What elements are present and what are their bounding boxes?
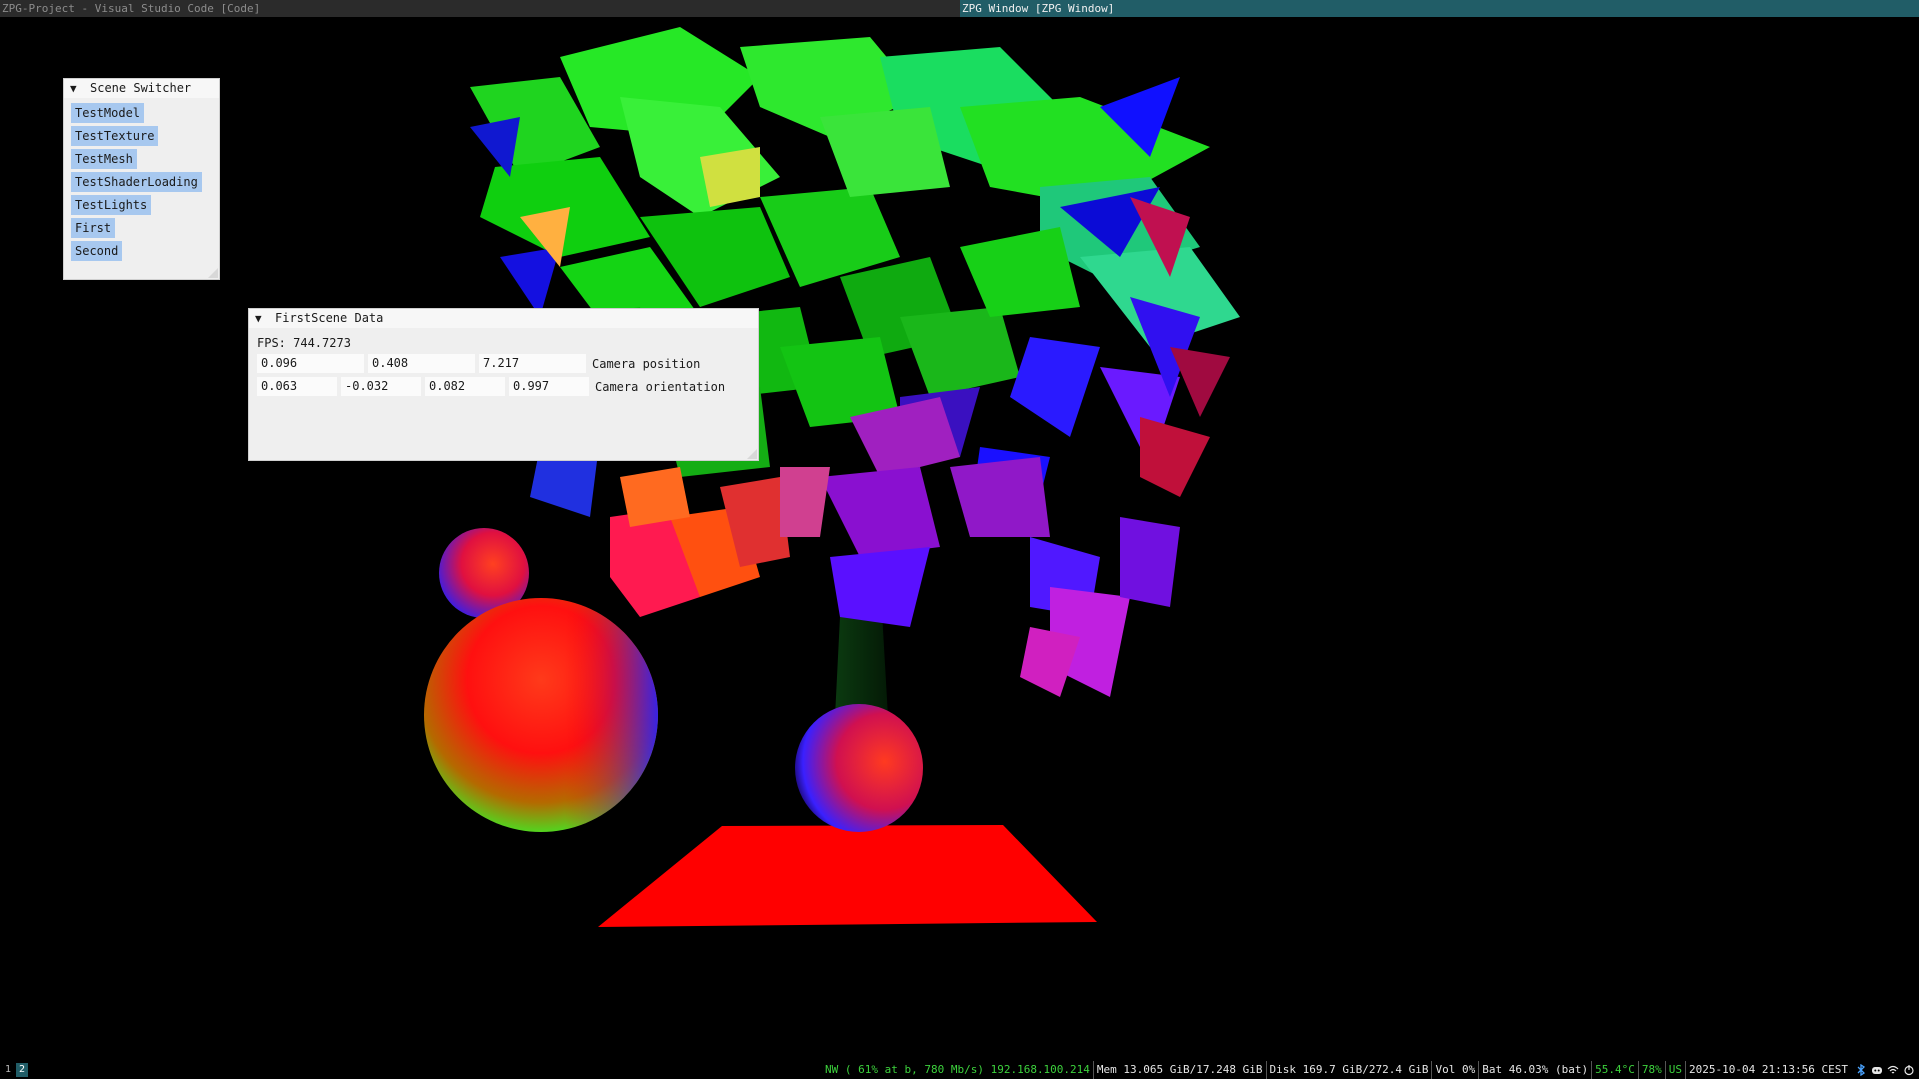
camera-position-x-field[interactable]	[257, 354, 364, 373]
opengl-viewport[interactable]	[0, 17, 1919, 1061]
camera-orientation-w-field[interactable]	[509, 377, 589, 396]
resize-grip[interactable]	[208, 268, 218, 278]
base-sphere	[795, 704, 923, 832]
network-status: NW ( 61% at b, 780 Mb/s) 192.168.100.214	[822, 1061, 1094, 1079]
discord-icon[interactable]	[1871, 1064, 1883, 1076]
workspace-2[interactable]: 2	[16, 1063, 28, 1077]
scene-button-list: TestModel TestTexture TestMesh TestShade…	[64, 98, 219, 261]
status-blocks: NW ( 61% at b, 780 Mb/s) 192.168.100.214…	[822, 1061, 1919, 1079]
battery-status: Bat 46.03% (bat)	[1479, 1061, 1593, 1079]
status-bar: 1 2 NW ( 61% at b, 780 Mb/s) 192.168.100…	[0, 1061, 1919, 1079]
camera-orientation-x-field[interactable]	[257, 377, 337, 396]
large-sphere-shade	[424, 598, 658, 832]
firstscene-data-window[interactable]: ▼ FirstScene Data FPS: 744.7273 Camera p…	[248, 308, 759, 461]
resize-grip[interactable]	[747, 449, 757, 459]
scene-button-first[interactable]: First	[71, 218, 116, 238]
camera-position-z-field[interactable]	[479, 354, 586, 373]
window-titlebar: ZPG-Project - Visual Studio Code [Code] …	[0, 0, 1919, 17]
scene-render	[424, 27, 1240, 927]
bluetooth-icon[interactable]	[1855, 1064, 1867, 1076]
firstscene-title: FirstScene Data	[275, 311, 384, 325]
scene-button-testtexture[interactable]: TestTexture	[71, 126, 159, 146]
title-vscode[interactable]: ZPG-Project - Visual Studio Code [Code]	[0, 0, 960, 17]
power-icon[interactable]	[1903, 1064, 1915, 1076]
camera-position-row: Camera position	[257, 352, 750, 375]
keyboard-layout: US	[1666, 1061, 1687, 1079]
collapse-triangle-icon[interactable]: ▼	[70, 79, 82, 98]
scene-button-testmesh[interactable]: TestMesh	[71, 149, 137, 169]
camera-position-label: Camera position	[592, 356, 701, 371]
disk-status: Disk 169.7 GiB/272.4 GiB	[1267, 1061, 1433, 1079]
scene-switcher-window[interactable]: ▼ Scene Switcher TestModel TestTexture T…	[63, 78, 220, 280]
cpu-status: 78%	[1639, 1061, 1666, 1079]
wifi-icon[interactable]	[1887, 1064, 1899, 1076]
camera-orientation-label: Camera orientation	[595, 379, 726, 394]
camera-position-y-field[interactable]	[368, 354, 475, 373]
scene-button-testshaderloading[interactable]: TestShaderLoading	[71, 172, 202, 192]
memory-status: Mem 13.065 GiB/17.248 GiB	[1094, 1061, 1267, 1079]
camera-orientation-row: Camera orientation	[257, 375, 750, 398]
scene-switcher-title: Scene Switcher	[90, 81, 192, 95]
volume-status: Vol 0%	[1432, 1061, 1480, 1079]
scene-button-second[interactable]: Second	[71, 241, 123, 261]
workspace-1[interactable]: 1	[2, 1063, 14, 1077]
camera-orientation-z-field[interactable]	[425, 377, 505, 396]
title-zpg-window[interactable]: ZPG Window [ZPG Window]	[960, 0, 1919, 17]
temperature-status: 55.4°C	[1592, 1061, 1639, 1079]
camera-orientation-y-field[interactable]	[341, 377, 421, 396]
scene-button-testmodel[interactable]: TestModel	[71, 103, 145, 123]
scene-button-testlights[interactable]: TestLights	[71, 195, 152, 215]
fps-readout: FPS: 744.7273	[257, 336, 351, 350]
datetime: 2025-10-04 21:13:56 CEST	[1689, 1063, 1848, 1076]
collapse-triangle-icon[interactable]: ▼	[255, 309, 267, 328]
firstscene-titlebar[interactable]: ▼ FirstScene Data	[249, 309, 758, 328]
scene-switcher-titlebar[interactable]: ▼ Scene Switcher	[64, 79, 219, 98]
ground-plane	[598, 825, 1097, 927]
